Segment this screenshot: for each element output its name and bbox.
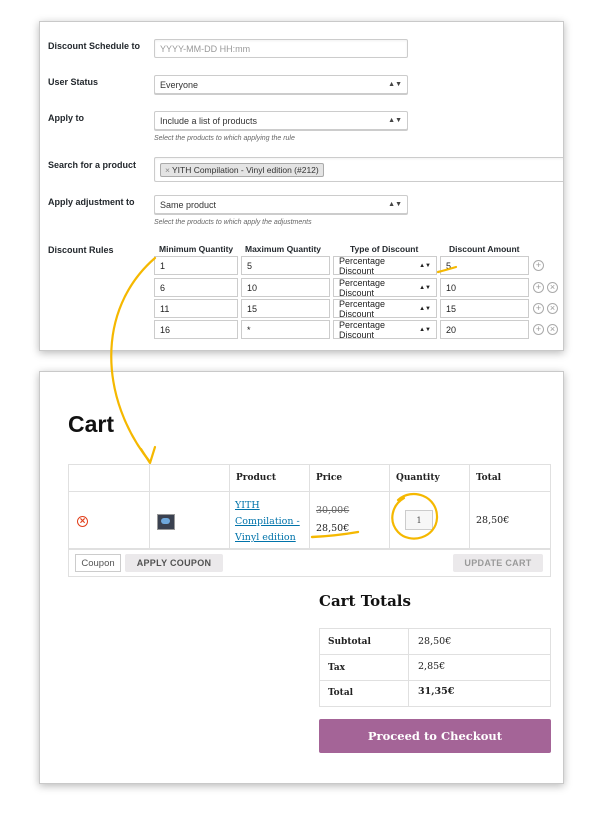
discount-type-select[interactable]: Percentage Discount ▲▼ [333, 298, 437, 319]
min-qty-input[interactable]: 6 [154, 278, 238, 297]
col-max-qty: Maximum Quantity [245, 244, 322, 254]
user-status-select[interactable]: Everyone ▲▼ [154, 75, 408, 94]
add-rule-icon[interactable]: + [533, 260, 544, 271]
apply-to-select[interactable]: Include a list of products ▲▼ [154, 111, 408, 130]
select-arrows-icon: ▲▼ [419, 284, 431, 291]
cart-totals-table: Subtotal 28,50€ Tax 2,85€ Total 31,35€ [319, 628, 551, 707]
remove-rule-icon[interactable]: × [547, 324, 558, 335]
product-token: × YITH Compilation - Vinyl edition (#212… [160, 162, 324, 177]
coupon-input[interactable]: Coupon [75, 554, 121, 572]
select-arrows-icon: ▲▼ [388, 201, 402, 208]
user-status-value: Everyone [160, 79, 199, 90]
min-qty-input[interactable]: 1 [154, 256, 238, 275]
product-name-line: Compilation - [235, 516, 300, 527]
add-rule-icon[interactable]: + [533, 282, 544, 293]
add-rule-icon[interactable]: + [533, 303, 544, 314]
total-label: Total [328, 688, 354, 698]
line-total: 28,50€ [476, 515, 510, 526]
select-arrows-icon: ▲▼ [388, 81, 402, 88]
schedule-placeholder: YYYY-MM-DD HH:mm [160, 43, 251, 54]
apply-to-label: Apply to [48, 113, 84, 123]
product-thumbnail[interactable] [157, 514, 175, 530]
discount-type-select[interactable]: Percentage Discount ▲▼ [333, 255, 437, 276]
update-cart-button[interactable]: UPDATE CART [453, 554, 543, 572]
discount-type-select[interactable]: Percentage Discount ▲▼ [333, 319, 437, 340]
discount-amount-input[interactable]: 10 [440, 278, 529, 297]
discount-type-value: Percentage Discount [339, 255, 386, 276]
discount-amount-input[interactable]: 5 [440, 256, 529, 275]
adjust-select[interactable]: Same product ▲▼ [154, 195, 408, 214]
user-status-label: User Status [48, 77, 99, 87]
old-price: 30,00€ [316, 505, 350, 516]
max-qty-input[interactable]: 15 [241, 299, 330, 318]
max-qty-input[interactable]: 5 [241, 256, 330, 275]
cart-panel: Cart Product Price Quantity Total × YITH… [39, 371, 564, 784]
col-discount-amount: Discount Amount [449, 244, 520, 254]
schedule-label: Discount Schedule to [48, 41, 141, 51]
discount-type-value: Percentage Discount [339, 298, 386, 319]
discount-rule-panel: Discount Schedule to YYYY-MM-DD HH:mm Us… [39, 21, 564, 351]
schedule-input[interactable]: YYYY-MM-DD HH:mm [154, 39, 408, 58]
min-qty-input[interactable]: 11 [154, 299, 238, 318]
search-product-label: Search for a product [48, 160, 137, 170]
quantity-input[interactable]: 1 [405, 510, 433, 530]
max-qty-input[interactable]: 10 [241, 278, 330, 297]
col-product: Product [236, 473, 276, 483]
adjust-value: Same product [160, 199, 217, 210]
remove-rule-icon[interactable]: × [547, 282, 558, 293]
min-qty-input[interactable]: 16 [154, 320, 238, 339]
remove-rule-icon[interactable]: × [547, 303, 558, 314]
apply-to-value: Include a list of products [160, 115, 258, 126]
adjust-description: Select the products to which apply the a… [154, 219, 312, 226]
col-total: Total [476, 473, 502, 483]
apply-to-description: Select the products to which applying th… [154, 135, 295, 142]
cart-totals-title: Cart Totals [319, 592, 411, 610]
total-value: 31,35€ [418, 686, 455, 697]
token-remove-icon[interactable]: × [165, 165, 170, 175]
proceed-to-checkout-button[interactable]: Proceed to Checkout [319, 719, 551, 753]
adjust-label: Apply adjustment to [48, 197, 135, 207]
col-min-qty: Minimum Quantity [159, 244, 234, 254]
discount-rules-label: Discount Rules [48, 245, 114, 255]
select-arrows-icon: ▲▼ [419, 262, 431, 269]
apply-coupon-button[interactable]: APPLY COUPON [125, 554, 223, 572]
tax-label: Tax [328, 663, 346, 673]
cart-table: Product Price Quantity Total × YITH Comp… [68, 464, 551, 550]
product-search-input[interactable]: × YITH Compilation - Vinyl edition (#212… [154, 157, 563, 182]
tax-value: 2,85€ [418, 661, 446, 672]
discount-type-select[interactable]: Percentage Discount ▲▼ [333, 277, 437, 298]
col-price: Price [316, 473, 343, 483]
product-token-label: YITH Compilation - Vinyl edition (#212) [171, 164, 319, 175]
subtotal-value: 28,50€ [418, 636, 452, 647]
discount-amount-input[interactable]: 20 [440, 320, 529, 339]
product-name-line: Vinyl edition [235, 532, 296, 543]
col-quantity: Quantity [396, 473, 440, 483]
col-discount-type: Type of Discount [350, 244, 419, 254]
cart-actions-row: Coupon APPLY COUPON UPDATE CART [68, 548, 551, 577]
cart-title: Cart [68, 411, 115, 437]
product-link[interactable]: YITH Compilation - Vinyl edition [235, 498, 300, 546]
add-rule-icon[interactable]: + [533, 324, 544, 335]
discount-type-value: Percentage Discount [339, 277, 386, 298]
discounted-price: 28,50€ [316, 523, 350, 534]
select-arrows-icon: ▲▼ [388, 117, 402, 124]
discount-amount-input[interactable]: 15 [440, 299, 529, 318]
discount-type-value: Percentage Discount [339, 319, 386, 340]
subtotal-label: Subtotal [328, 637, 371, 647]
select-arrows-icon: ▲▼ [419, 326, 431, 333]
remove-item-icon[interactable]: × [77, 516, 88, 527]
select-arrows-icon: ▲▼ [419, 305, 431, 312]
product-name-line: YITH [235, 500, 260, 511]
max-qty-input[interactable]: * [241, 320, 330, 339]
